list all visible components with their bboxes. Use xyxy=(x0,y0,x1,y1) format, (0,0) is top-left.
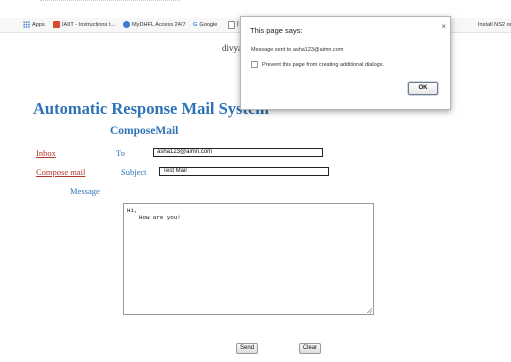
to-label: To xyxy=(116,148,125,158)
pdf-icon xyxy=(53,21,60,29)
alert-dialog: This page says: × Message sent to asha12… xyxy=(240,16,451,110)
bookmark-iaiit[interactable]: IAIIT - Instructions t... xyxy=(53,21,115,30)
bookmark-google[interactable]: G Google xyxy=(193,21,217,30)
compose-heading: ComposeMail xyxy=(110,125,179,137)
message-line: How are you! xyxy=(139,214,181,221)
message-label: Message xyxy=(70,186,100,196)
ok-button[interactable]: OK xyxy=(408,82,438,95)
google-icon: G xyxy=(193,22,198,28)
prevent-dialogs-option[interactable]: Prevent this page from creating addition… xyxy=(251,61,384,68)
dialog-message: Message sent to asha123@aimn.com xyxy=(251,47,344,53)
message-line: Hi, xyxy=(127,207,138,214)
user-name: divya xyxy=(222,43,242,53)
bookmark-mydhfl[interactable]: MyDHFL Access 24/7 xyxy=(123,21,186,30)
resize-grip-icon[interactable] xyxy=(367,308,372,313)
compose-mail-link[interactable]: Compose mail xyxy=(36,167,85,177)
bookmark-apps[interactable]: Apps xyxy=(23,21,45,30)
document-icon xyxy=(228,21,235,29)
clear-button[interactable]: Clear xyxy=(299,343,321,354)
to-field[interactable]: asha123@aimn.com xyxy=(153,148,323,157)
send-button[interactable]: Send xyxy=(236,343,258,354)
bookmark-install-ns2[interactable]: Install NS2 on xyxy=(478,21,511,30)
prevent-dialogs-checkbox[interactable] xyxy=(251,61,258,68)
inbox-link[interactable]: Inbox xyxy=(36,148,56,158)
message-textarea[interactable]: Hi, How are you! xyxy=(123,203,374,315)
dhfl-icon xyxy=(123,21,130,29)
apps-grid-icon xyxy=(23,21,30,29)
close-icon[interactable]: × xyxy=(441,22,446,31)
page-title: Automatic Response Mail System xyxy=(33,99,270,118)
prevent-dialogs-label: Prevent this page from creating addition… xyxy=(262,61,384,68)
dialog-title: This page says: xyxy=(250,26,303,35)
bookmark-document[interactable]: Ĩ xyxy=(228,21,239,30)
subject-field[interactable]: Test Mail xyxy=(159,167,329,176)
subject-label: Subject xyxy=(121,167,147,177)
